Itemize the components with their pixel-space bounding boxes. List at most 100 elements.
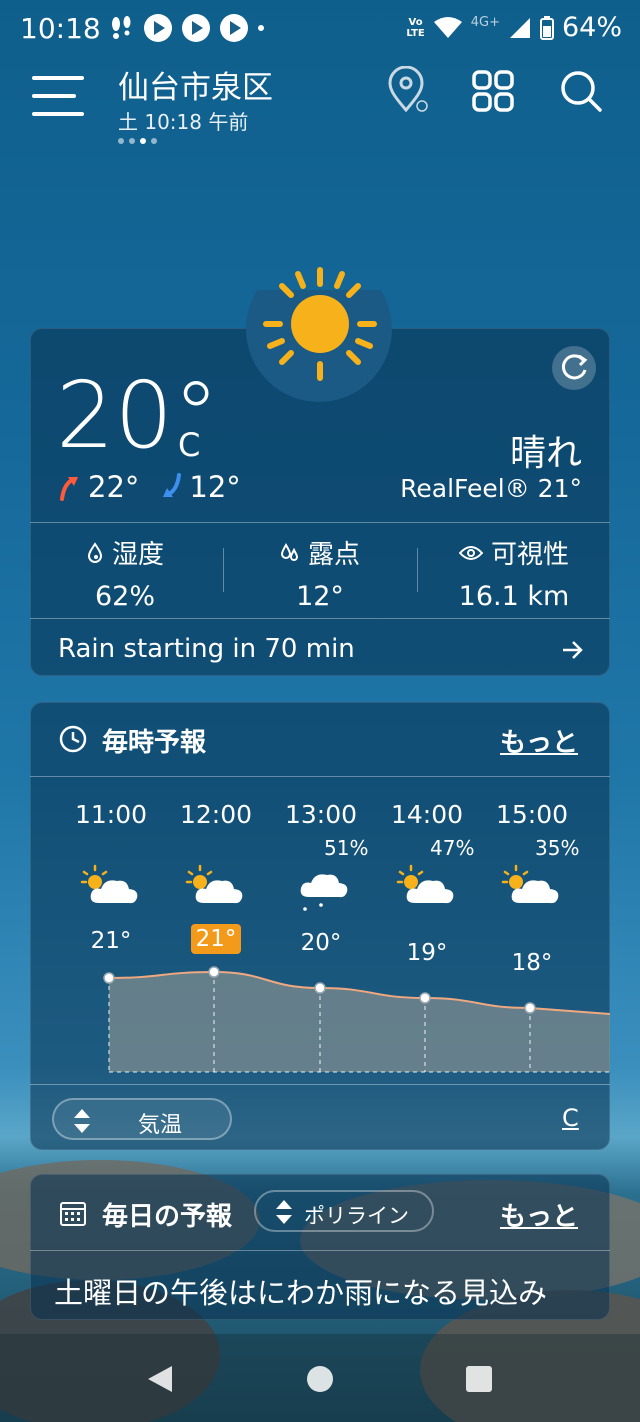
page-indicator bbox=[118, 138, 157, 144]
refresh-icon[interactable] bbox=[552, 346, 596, 390]
divider bbox=[30, 522, 610, 523]
visibility-label: 可視性 bbox=[490, 540, 569, 570]
graph-point bbox=[314, 982, 326, 994]
arrow-right-icon[interactable] bbox=[560, 636, 586, 666]
hourly-forecast-card bbox=[30, 702, 610, 1150]
metric-selector[interactable]: 気温 bbox=[52, 1098, 232, 1140]
hourly-title: 毎時予報 bbox=[102, 728, 207, 758]
menu-icon[interactable] bbox=[32, 76, 84, 116]
visibility-value: 16.1 km bbox=[458, 581, 570, 612]
temperature-graph bbox=[103, 966, 610, 1073]
high-arrow-icon bbox=[60, 477, 78, 501]
graph-point bbox=[524, 1002, 536, 1014]
humidity-label: 湿度 bbox=[111, 540, 164, 570]
system-icons: Vo LTE 4G+ 64% bbox=[406, 12, 622, 43]
wifi-icon bbox=[433, 16, 462, 38]
network-type: 4G+ bbox=[470, 15, 500, 30]
daily-summary: 土曜日の午後はにわか雨になる見込み bbox=[54, 1276, 548, 1310]
partly-sunny-icon bbox=[80, 864, 138, 904]
precip-chance: 35% bbox=[535, 836, 580, 860]
precip-chance: 51% bbox=[324, 836, 369, 860]
graph-point bbox=[419, 992, 431, 1004]
battery-icon bbox=[539, 15, 554, 40]
hourly-item[interactable]: 13:00 51% bbox=[268, 800, 374, 913]
high-temp: 22° bbox=[88, 470, 140, 504]
hour-time: 15:00 bbox=[495, 800, 569, 829]
weather-icon-wrap bbox=[374, 863, 480, 913]
dewpoint-value: 12° bbox=[296, 581, 344, 612]
signal-icon bbox=[509, 17, 530, 38]
recents-icon[interactable] bbox=[465, 1365, 493, 1393]
metric-selector-label: 気温 bbox=[138, 1113, 183, 1138]
weather-icon-wrap bbox=[163, 863, 269, 913]
notification-icons bbox=[108, 14, 264, 42]
divider bbox=[30, 1084, 610, 1085]
hour-time: 12:00 bbox=[179, 800, 253, 829]
daily-view-selector[interactable]: ポリライン bbox=[254, 1190, 434, 1232]
location-datetime: 土 10:18 午前 bbox=[118, 110, 249, 134]
partly-sunny-icon bbox=[185, 864, 243, 904]
daily-more-link[interactable]: もっと bbox=[500, 1196, 578, 1233]
home-icon[interactable] bbox=[305, 1364, 335, 1394]
daily-title: 毎日の予報 bbox=[102, 1202, 233, 1232]
dewpoint-icon bbox=[280, 542, 298, 561]
light-rain-icon bbox=[300, 874, 348, 911]
clock-icon bbox=[59, 725, 87, 753]
hourly-item[interactable]: 15:00 35% bbox=[479, 800, 585, 913]
volte-indicator: Vo LTE bbox=[406, 16, 425, 39]
hour-time: 13:00 bbox=[284, 800, 358, 829]
divider bbox=[30, 1250, 610, 1251]
high-low-temps: 22° 12° bbox=[58, 470, 241, 504]
temperature-unit: C bbox=[178, 426, 201, 464]
weather-icon-wrap bbox=[58, 863, 164, 913]
divider bbox=[223, 548, 224, 592]
unit-toggle-link[interactable]: C bbox=[562, 1104, 579, 1132]
humidity-value: 62% bbox=[94, 581, 155, 612]
condition-text: 晴れ bbox=[509, 433, 582, 474]
minutecast-message[interactable]: Rain starting in 70 min bbox=[58, 634, 355, 664]
divider bbox=[30, 618, 610, 619]
play-icon bbox=[220, 14, 248, 42]
realfeel-text: RealFeel® 21° bbox=[400, 474, 582, 503]
humidity-stat: 湿度 62% bbox=[30, 534, 220, 612]
search-icon[interactable] bbox=[556, 66, 606, 116]
dewpoint-label: 露点 bbox=[307, 540, 360, 570]
dewpoint-stat: 露点 12° bbox=[225, 534, 415, 612]
play-icon bbox=[182, 14, 210, 42]
divider bbox=[417, 548, 418, 592]
status-bar: 10:18 Vo LTE 4G+ 64% bbox=[0, 0, 640, 62]
location-pin-icon[interactable] bbox=[382, 66, 432, 116]
visibility-stat: 可視性 16.1 km bbox=[419, 534, 609, 612]
precip-chance: 47% bbox=[430, 836, 475, 860]
grid-icon[interactable] bbox=[468, 66, 518, 116]
hour-time: 11:00 bbox=[74, 800, 148, 829]
partly-sunny-icon bbox=[501, 864, 559, 904]
low-temp: 12° bbox=[189, 470, 241, 504]
footprint-icon bbox=[112, 16, 131, 39]
calendar-icon bbox=[60, 1202, 86, 1226]
hourly-item[interactable]: 12:00 bbox=[163, 800, 269, 913]
system-nav-bar bbox=[0, 1334, 640, 1422]
eye-icon bbox=[458, 545, 483, 560]
hourly-item[interactable]: 11:00 bbox=[58, 800, 164, 913]
hourly-more-link[interactable]: もっと bbox=[500, 722, 578, 759]
divider bbox=[30, 776, 610, 777]
play-icon bbox=[144, 14, 172, 42]
back-icon[interactable] bbox=[146, 1364, 174, 1394]
humidity-icon bbox=[87, 541, 102, 563]
location-name[interactable]: 仙台市泉区 bbox=[118, 62, 273, 107]
weather-icon-wrap bbox=[268, 863, 374, 913]
hourly-item[interactable]: 14:00 47% bbox=[374, 800, 480, 913]
low-arrow-icon bbox=[163, 473, 182, 497]
more-notifications-dot bbox=[258, 25, 264, 31]
hour-time: 14:00 bbox=[390, 800, 464, 829]
graph-point bbox=[103, 972, 115, 984]
status-time: 10:18 bbox=[20, 12, 101, 45]
battery-percent: 64% bbox=[561, 12, 622, 43]
app-header: 仙台市泉区 土 10:18 午前 bbox=[0, 62, 640, 152]
daily-view-label: ポリライン bbox=[304, 1204, 409, 1228]
sort-arrows-icon bbox=[74, 1109, 90, 1133]
weather-icon-wrap bbox=[479, 863, 585, 913]
sort-arrows-icon bbox=[276, 1200, 292, 1224]
graph-point bbox=[208, 966, 220, 978]
